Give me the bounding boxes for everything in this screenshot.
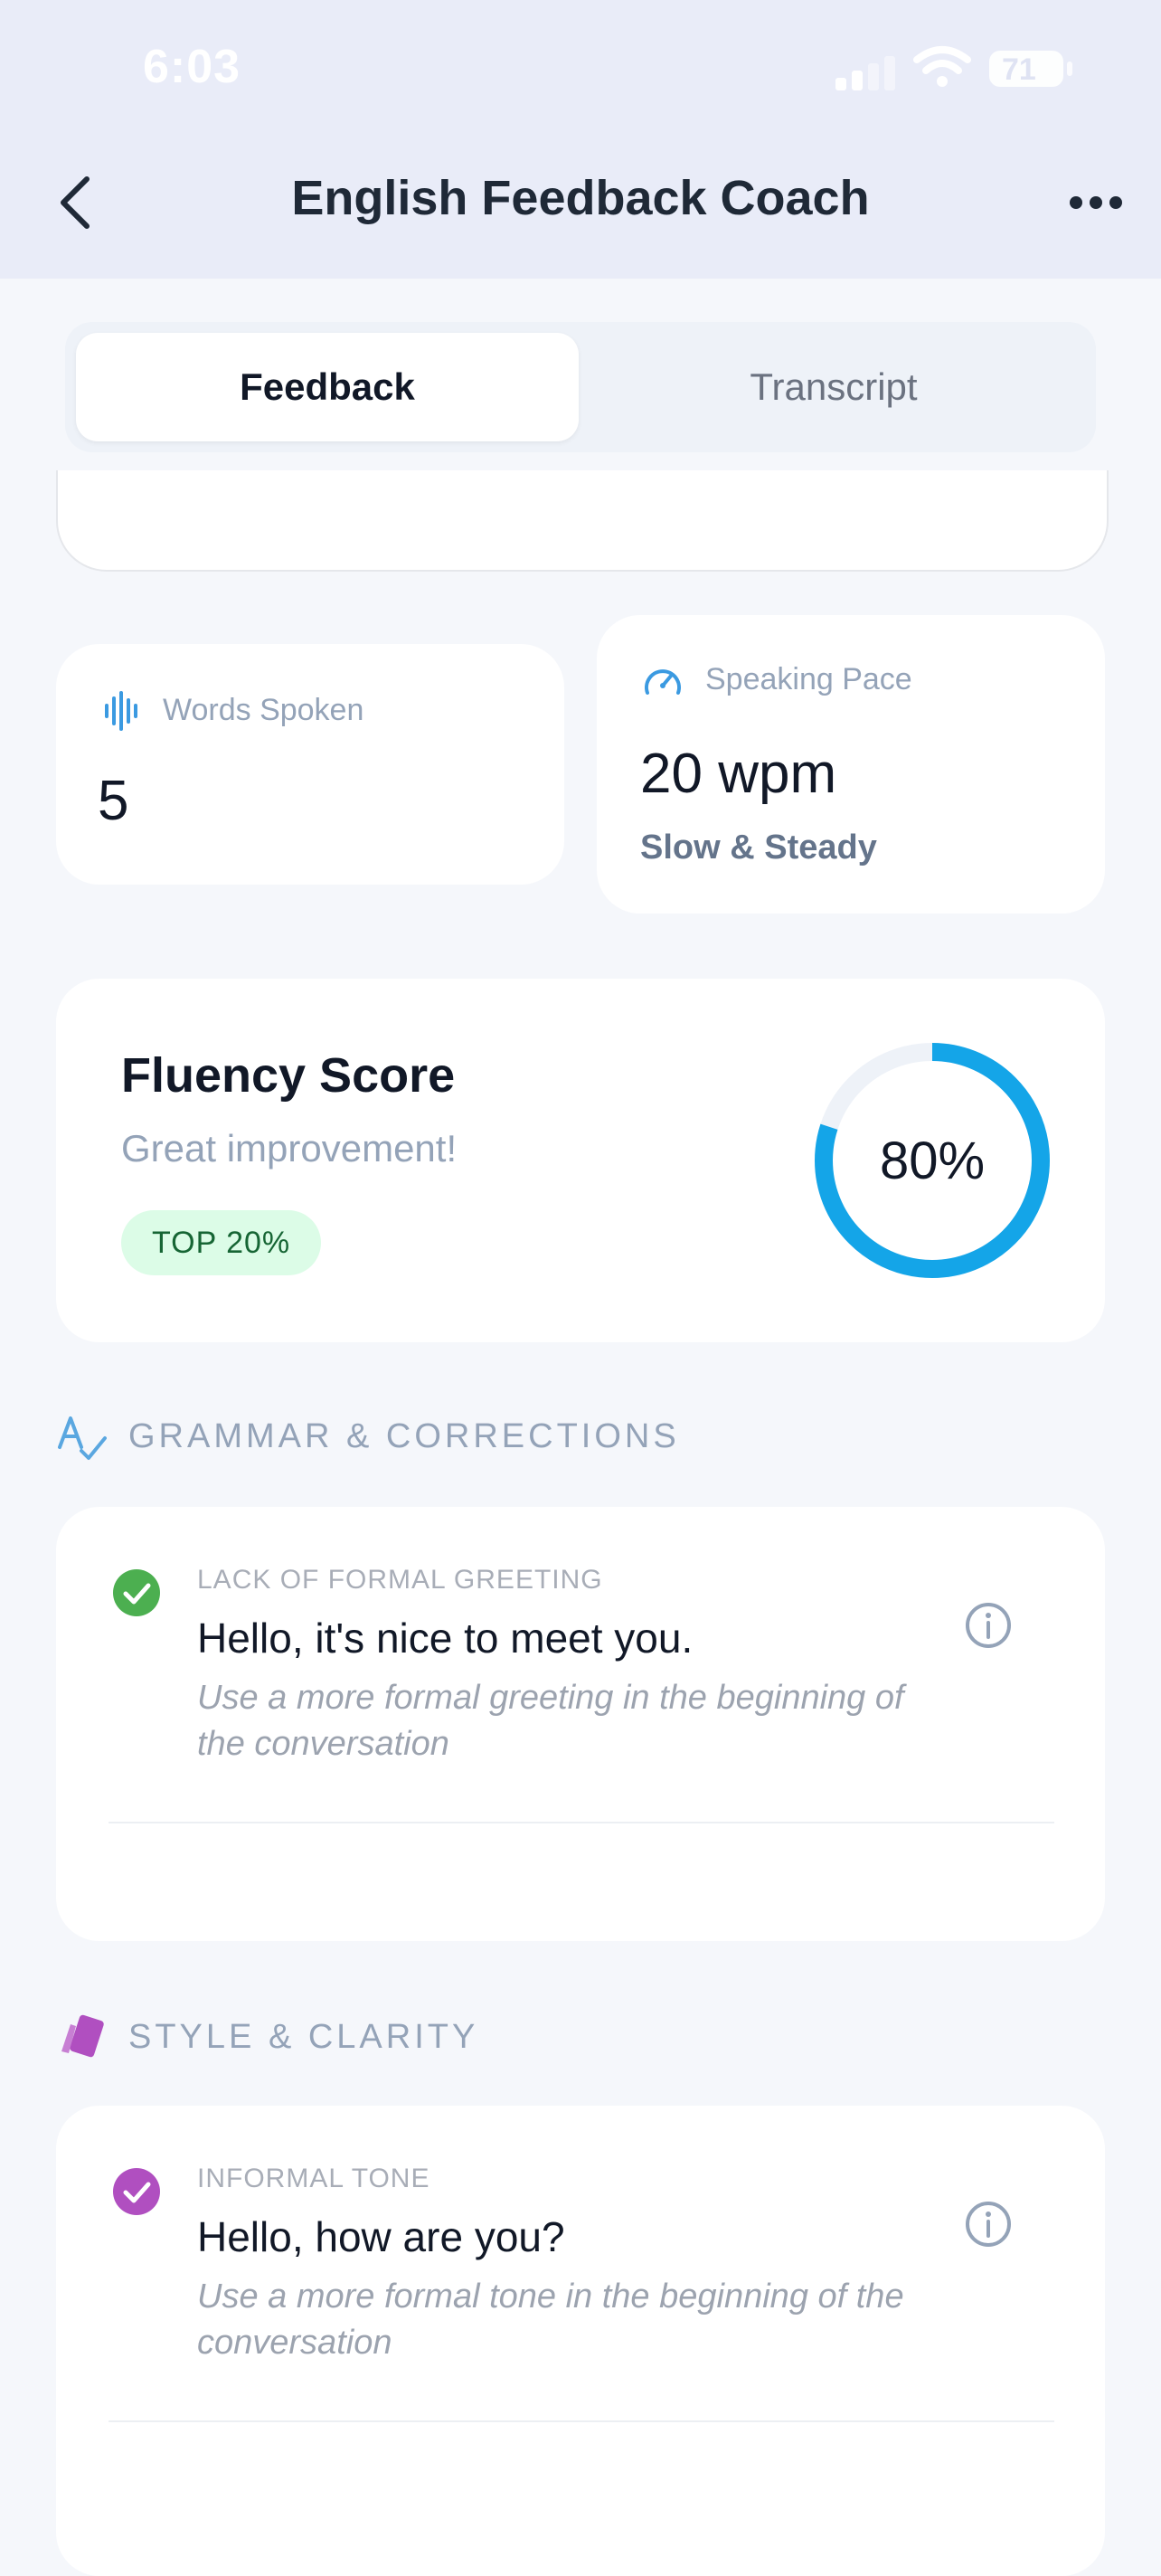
style-item-text: Hello, how are you?	[197, 2213, 565, 2260]
tab-transcript[interactable]: Transcript	[582, 333, 1085, 441]
grammar-card: LACK OF FORMAL GREETING Hello, it's nice…	[56, 1507, 1105, 1941]
words-spoken-value: 5	[98, 770, 129, 832]
rank-badge: TOP 20%	[121, 1210, 322, 1275]
grammar-item-text: Hello, it's nice to meet you.	[197, 1615, 694, 1662]
wifi-icon	[913, 46, 971, 87]
tag-icon	[61, 2014, 104, 2058]
battery-icon: 71	[989, 51, 1063, 87]
grammar-item-category: LACK OF FORMAL GREETING	[197, 1565, 603, 1595]
grammar-section-title: GRAMMAR & CORRECTIONS	[128, 1416, 680, 1455]
style-item-hint: Use a more formal tone in the beginning …	[197, 2278, 904, 2362]
tab-switcher: Feedback Transcript	[65, 322, 1096, 452]
fluency-title: Fluency Score	[121, 1048, 456, 1103]
page-title: English Feedback Coach	[291, 171, 870, 225]
speaking-pace-label: Speaking Pace	[705, 662, 912, 696]
fluency-score-value: 80%	[879, 1131, 986, 1190]
words-spoken-label: Words Spoken	[163, 693, 364, 727]
divider	[109, 1822, 1054, 1823]
header: 6:03 71 English Feedback Coach	[0, 0, 1161, 279]
speedometer-icon	[645, 669, 681, 695]
divider	[109, 2420, 1054, 2422]
words-spoken-card: Words Spoken 5	[56, 644, 564, 885]
waveform-icon	[105, 691, 137, 731]
style-item-category: INFORMAL TONE	[197, 2164, 430, 2193]
spell-check-icon	[58, 1416, 107, 1460]
style-card: INFORMAL TONE Hello, how are you? Use a …	[56, 2106, 1105, 2576]
speaking-pace-description: Slow & Steady	[640, 829, 877, 867]
info-icon[interactable]	[964, 2200, 1013, 2249]
battery-cap	[1067, 62, 1072, 76]
grammar-item-hint: Use a more formal greeting in the beginn…	[197, 1679, 904, 1763]
scrolled-card-bottom	[56, 470, 1109, 572]
style-section-header: STYLE & CLARITY	[56, 2010, 478, 2064]
check-circle-icon	[113, 1569, 160, 1616]
signal-icon	[835, 56, 895, 90]
style-section-title: STYLE & CLARITY	[128, 2017, 479, 2056]
check-circle-icon	[113, 2168, 160, 2215]
status-time: 6:03	[143, 41, 241, 93]
fluency-score-card: Fluency Score Great improvement! TOP 20%…	[56, 979, 1105, 1342]
speaking-pace-value: 20 wpm	[640, 743, 837, 805]
info-icon[interactable]	[964, 1601, 1013, 1650]
speaking-pace-card: Speaking Pace 20 wpm Slow & Steady	[597, 615, 1105, 914]
battery-level: 71	[1002, 52, 1036, 87]
more-options-icon[interactable]	[1067, 192, 1125, 213]
fluency-subtitle: Great improvement!	[121, 1127, 458, 1170]
tab-feedback[interactable]: Feedback	[76, 333, 579, 441]
grammar-section-header: GRAMMAR & CORRECTIONS	[56, 1409, 680, 1463]
